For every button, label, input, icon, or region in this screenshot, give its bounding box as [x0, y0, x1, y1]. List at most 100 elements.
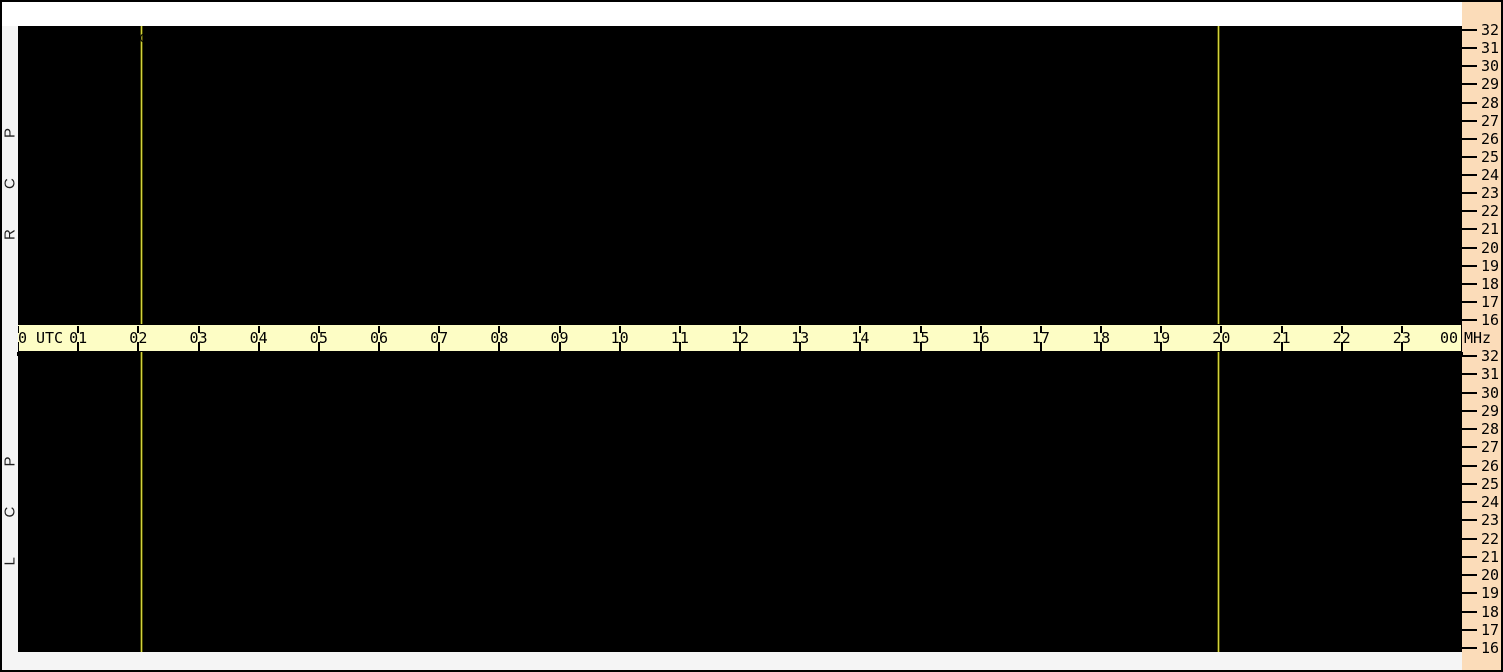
freq-axis-label: 17: [1481, 294, 1499, 310]
time-axis-tick: [1401, 352, 1403, 356]
freq-axis-tick: [1462, 465, 1477, 467]
time-axis-tick: [77, 326, 79, 333]
time-axis-tick: [679, 352, 681, 356]
freq-axis-label: 22: [1481, 531, 1499, 547]
time-axis-band: UTC 000102030405060708091011121314151617…: [2, 324, 1462, 352]
time-axis-tick: [318, 342, 320, 351]
freq-axis-tick: [1462, 301, 1477, 303]
freq-axis-tick: [1462, 647, 1477, 649]
freq-axis-label: 21: [1481, 221, 1499, 237]
panel-right-border: [1461, 26, 1462, 652]
freq-axis-tick: [1462, 102, 1477, 104]
freq-axis-tick: [1462, 611, 1477, 613]
freq-axis-tick: [1462, 65, 1477, 67]
time-axis-tick: [1040, 326, 1042, 333]
time-axis-tick: [559, 326, 561, 333]
spectrograph-screen: AJ4CO Observatory 26 Nov 2021 - DPS on T…: [0, 0, 1503, 672]
freq-axis-tick: [1462, 174, 1477, 176]
time-axis-tick: [619, 352, 621, 356]
time-axis-tick: [318, 326, 320, 333]
freq-axis-label: 30: [1481, 58, 1499, 74]
lcp-polarization-label: L C P: [2, 439, 19, 566]
freq-axis-tick: [1462, 501, 1477, 503]
time-axis-tick: [1281, 352, 1283, 356]
time-axis-tick: [1160, 342, 1162, 351]
freq-axis-label: 30: [1481, 385, 1499, 401]
time-axis-tick: [1100, 326, 1102, 333]
freq-axis-tick: [1462, 410, 1477, 412]
time-axis-tick: [679, 342, 681, 351]
freq-axis-tick: [1462, 592, 1477, 594]
time-axis-tick: [378, 342, 380, 351]
freq-axis-label: 25: [1481, 476, 1499, 492]
freq-axis-label: 29: [1481, 403, 1499, 419]
freq-axis-tick: [1462, 519, 1477, 521]
freq-axis-label: 28: [1481, 95, 1499, 111]
time-axis-tick: [1220, 352, 1222, 356]
freq-axis-label: 16: [1481, 640, 1499, 656]
freq-axis-tick: [1462, 192, 1477, 194]
time-axis-hour-label: 00: [1440, 330, 1458, 346]
time-axis-tick: [920, 342, 922, 351]
freq-axis-label: 19: [1481, 258, 1499, 274]
freq-axis-tick: [1462, 265, 1477, 267]
freq-axis-label: 28: [1481, 421, 1499, 437]
freq-axis-tick: [1462, 228, 1477, 230]
time-axis-tick: [1040, 342, 1042, 351]
freq-axis-tick: [1462, 156, 1477, 158]
time-axis-tick: [438, 342, 440, 351]
freq-axis-tick: [1462, 319, 1477, 321]
time-axis-tick: [378, 326, 380, 333]
time-axis-tick: [1220, 342, 1222, 351]
time-axis-tick: [198, 342, 200, 351]
time-axis-tick: [198, 326, 200, 333]
time-axis-tick: [559, 342, 561, 351]
freq-axis-label: 32: [1481, 22, 1499, 38]
time-axis-tick: [799, 352, 801, 356]
time-axis-tick: [137, 326, 139, 333]
lcp-polarization-label-box: L C P: [2, 352, 18, 652]
time-axis-tick: [498, 342, 500, 351]
time-axis-tick: [1401, 326, 1403, 333]
time-axis-tick: [1160, 326, 1162, 333]
time-axis-tick: [559, 352, 561, 356]
bottom-strip: [2, 652, 1462, 670]
freq-axis-tick: [1462, 138, 1477, 140]
freq-axis-label: 27: [1481, 113, 1499, 129]
time-axis-tick: [859, 326, 861, 333]
time-axis-tick: [980, 342, 982, 351]
rcp-spectrogram: [18, 26, 1462, 324]
time-axis-tick: [77, 342, 79, 351]
freq-axis-label: 25: [1481, 149, 1499, 165]
freq-axis-label: 20: [1481, 567, 1499, 583]
freq-axis-tick: [1462, 392, 1477, 394]
freq-axis-tick: [1462, 83, 1477, 85]
freq-axis-label: 32: [1481, 348, 1499, 364]
freq-axis-label: 18: [1481, 604, 1499, 620]
time-axis-tick: [920, 352, 922, 356]
time-axis-tick: [17, 352, 19, 356]
time-axis-tick: [1281, 342, 1283, 351]
freq-axis-label: 17: [1481, 622, 1499, 638]
freq-axis-tick: [1462, 629, 1477, 631]
freq-axis-tick: [1462, 556, 1477, 558]
time-axis-tick: [137, 352, 139, 356]
time-axis-tick: [799, 326, 801, 333]
freq-axis-tick: [1462, 373, 1477, 375]
time-axis-tick: [1341, 352, 1343, 356]
time-axis-tick: [438, 326, 440, 333]
time-axis-tick: [1341, 342, 1343, 351]
time-axis-tick: [318, 352, 320, 356]
freq-axis-label: 20: [1481, 240, 1499, 256]
freq-axis-tick: [1462, 29, 1477, 31]
time-axis-tick: [258, 352, 260, 356]
freq-axis-tick: [1462, 283, 1477, 285]
freq-axis-label: 23: [1481, 185, 1499, 201]
rcp-polarization-label: R C P: [2, 110, 19, 240]
freq-axis-tick: [1462, 355, 1477, 357]
time-axis-tick: [1100, 342, 1102, 351]
time-axis-tick: [739, 326, 741, 333]
freq-axis-tick: [1462, 247, 1477, 249]
time-axis-tick: [619, 326, 621, 333]
time-axis-tick: [920, 326, 922, 333]
